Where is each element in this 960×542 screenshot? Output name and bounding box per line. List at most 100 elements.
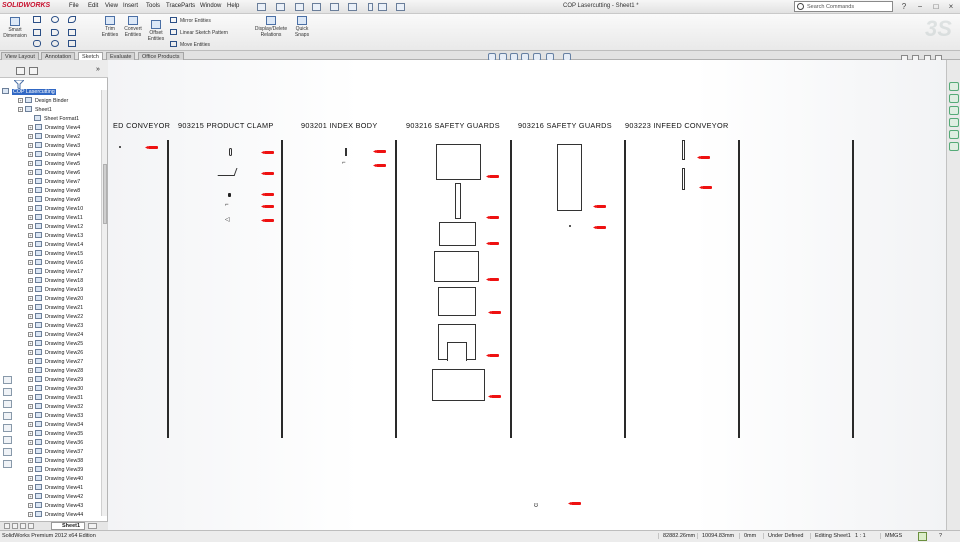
expand-icon[interactable]: + bbox=[28, 287, 33, 292]
expand-icon[interactable]: + bbox=[28, 422, 33, 427]
design-library-icon[interactable] bbox=[949, 94, 959, 103]
convert-entities-button[interactable]: Convert Entities bbox=[121, 16, 145, 38]
maximize-button[interactable]: □ bbox=[931, 2, 941, 11]
first-sheet-icon[interactable] bbox=[4, 523, 10, 529]
print-icon[interactable] bbox=[312, 3, 321, 11]
prev-sheet-icon[interactable] bbox=[12, 523, 18, 529]
custom-properties-icon[interactable] bbox=[949, 142, 959, 151]
tree-item-drawing-view[interactable]: + Drawing View43 bbox=[28, 502, 83, 511]
expand-icon[interactable]: + bbox=[28, 386, 33, 391]
tree-item-drawing-view[interactable]: + Drawing View11 bbox=[28, 214, 83, 223]
tree-item-drawing-view[interactable]: + Drawing View16 bbox=[28, 259, 83, 268]
rebuild-icon[interactable] bbox=[3, 376, 12, 384]
quick-snaps-button[interactable]: Quick Snaps bbox=[292, 16, 312, 38]
expand-icon[interactable]: + bbox=[28, 359, 33, 364]
tree-item-sheet[interactable]: + Sheet1 bbox=[18, 106, 52, 115]
expand-panel-icon[interactable]: » bbox=[96, 66, 103, 75]
tree-item-drawing-view[interactable]: + Drawing View14 bbox=[28, 241, 83, 250]
tree-item-drawing-view[interactable]: + Drawing View24 bbox=[28, 331, 83, 340]
tree-item-drawing-view[interactable]: + Drawing View29 bbox=[28, 376, 83, 385]
tree-item-drawing-view[interactable]: + Drawing View12 bbox=[28, 223, 83, 232]
expand-icon[interactable]: + bbox=[28, 143, 33, 148]
conveyor-part[interactable] bbox=[682, 168, 685, 190]
tree-item-drawing-view[interactable]: + Drawing View23 bbox=[28, 322, 83, 331]
tree-item-drawing-view[interactable]: + Drawing View7 bbox=[28, 178, 80, 187]
expand-icon[interactable]: + bbox=[28, 188, 33, 193]
tab-office-products[interactable]: Office Products bbox=[138, 52, 184, 60]
spline-icon[interactable] bbox=[68, 16, 76, 23]
tree-root[interactable]: COP Lasercutting bbox=[2, 88, 56, 97]
tree-item-drawing-view[interactable]: + Drawing View26 bbox=[28, 349, 83, 358]
select-icon[interactable] bbox=[348, 3, 357, 11]
guard-panel[interactable] bbox=[455, 183, 461, 219]
circle-icon[interactable] bbox=[51, 16, 59, 23]
unit-system[interactable]: MMGS bbox=[880, 533, 902, 539]
expand-icon[interactable]: + bbox=[28, 341, 33, 346]
tree-item-drawing-view[interactable]: + Drawing View22 bbox=[28, 313, 83, 322]
guard-panel[interactable] bbox=[557, 144, 582, 211]
expand-icon[interactable]: + bbox=[28, 512, 33, 517]
expand-icon[interactable]: + bbox=[28, 440, 33, 445]
expand-icon[interactable]: + bbox=[28, 431, 33, 436]
tree-item-drawing-view[interactable]: + Drawing View27 bbox=[28, 358, 83, 367]
rebuild-icon[interactable] bbox=[368, 3, 373, 11]
tab-evaluate[interactable]: Evaluate bbox=[106, 52, 136, 60]
expand-icon[interactable]: + bbox=[28, 179, 33, 184]
trim-entities-button[interactable]: Trim Entities bbox=[99, 16, 121, 38]
line-style-icon[interactable] bbox=[3, 424, 12, 432]
guard-panel[interactable] bbox=[432, 369, 485, 401]
customize-icon[interactable] bbox=[396, 3, 405, 11]
help-icon[interactable]: ? bbox=[939, 533, 942, 539]
tree-item-drawing-view[interactable]: + Drawing View31 bbox=[28, 394, 83, 403]
expand-icon[interactable]: + bbox=[28, 215, 33, 220]
slot-icon[interactable] bbox=[33, 40, 41, 47]
drawing-icon[interactable] bbox=[3, 460, 12, 468]
expand-icon[interactable]: + bbox=[28, 476, 33, 481]
tree-item-drawing-view[interactable]: + Drawing View40 bbox=[28, 475, 83, 484]
tree-item-drawing-view[interactable]: + Drawing View6 bbox=[28, 169, 80, 178]
expand-icon[interactable]: + bbox=[28, 278, 33, 283]
file-explorer-icon[interactable] bbox=[949, 106, 959, 115]
rebuild-status-icon[interactable] bbox=[918, 532, 927, 541]
expand-icon[interactable]: + bbox=[28, 467, 33, 472]
tree-item-drawing-view[interactable]: + Drawing View28 bbox=[28, 367, 83, 376]
expand-icon[interactable]: + bbox=[18, 98, 23, 103]
tree-item-drawing-view[interactable]: + Drawing View21 bbox=[28, 304, 83, 313]
mirror-entities-button[interactable]: Mirror Entities bbox=[170, 17, 211, 24]
part-sketch[interactable] bbox=[229, 148, 232, 156]
tree-item-drawing-view[interactable]: + Drawing View36 bbox=[28, 439, 83, 448]
expand-icon[interactable]: + bbox=[28, 197, 33, 202]
tree-item-drawing-view[interactable]: + Drawing View9 bbox=[28, 196, 80, 205]
tree-item-drawing-view[interactable]: + Drawing View3 bbox=[28, 142, 80, 151]
part-sketch[interactable] bbox=[217, 168, 238, 176]
expand-icon[interactable]: + bbox=[28, 125, 33, 130]
hide-show-edges-icon[interactable] bbox=[3, 436, 12, 444]
menu-traceparts[interactable]: TraceParts bbox=[166, 3, 195, 9]
tree-item-drawing-view[interactable]: + Drawing View42 bbox=[28, 493, 83, 502]
guard-panel[interactable] bbox=[438, 287, 476, 316]
guard-panel[interactable] bbox=[439, 222, 476, 246]
tree-item-drawing-view[interactable]: + Drawing View33 bbox=[28, 412, 83, 421]
drawing-canvas[interactable] bbox=[108, 60, 946, 530]
expand-icon[interactable]: + bbox=[28, 269, 33, 274]
linear-sketch-pattern-button[interactable]: Linear Sketch Pattern bbox=[170, 29, 228, 36]
smart-dimension-button[interactable]: Smart Dimension bbox=[3, 17, 27, 39]
tree-item-drawing-view[interactable]: + Drawing View35 bbox=[28, 430, 83, 439]
layer-icon[interactable] bbox=[3, 388, 12, 396]
expand-icon[interactable]: + bbox=[28, 305, 33, 310]
tree-item-drawing-view[interactable]: + Drawing View32 bbox=[28, 403, 83, 412]
expand-icon[interactable]: + bbox=[28, 296, 33, 301]
expand-icon[interactable]: + bbox=[28, 503, 33, 508]
tree-item-drawing-view[interactable]: + Drawing View34 bbox=[28, 421, 83, 430]
guard-panel[interactable] bbox=[434, 251, 479, 282]
tab-annotation[interactable]: Annotation bbox=[41, 52, 76, 60]
expand-icon[interactable]: + bbox=[28, 368, 33, 373]
tree-item-drawing-view[interactable]: + Drawing View44 bbox=[28, 511, 83, 520]
tree-item-drawing-view[interactable]: + Drawing View37 bbox=[28, 448, 83, 457]
tree-item-drawing-view[interactable]: + Drawing View17 bbox=[28, 268, 83, 277]
options-icon[interactable] bbox=[378, 3, 387, 11]
expand-icon[interactable]: + bbox=[28, 224, 33, 229]
tree-item-drawing-view[interactable]: + Drawing View5 bbox=[28, 160, 80, 169]
expand-icon[interactable]: + bbox=[28, 170, 33, 175]
expand-icon[interactable]: + bbox=[28, 323, 33, 328]
